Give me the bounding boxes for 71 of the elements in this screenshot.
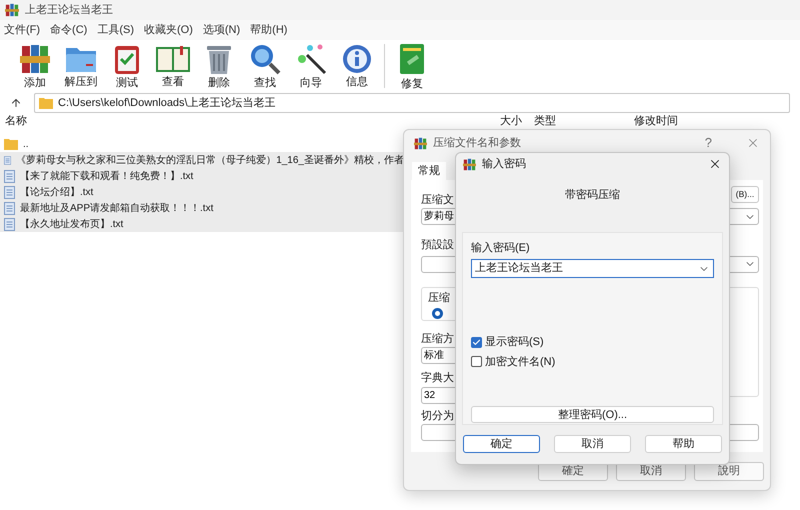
checkbox-label: 显示密码(S) — [485, 334, 544, 350]
window-title: 上老王论坛当老王 — [25, 2, 113, 18]
text-file-icon — [4, 186, 15, 198]
file-row[interactable]: .. — [0, 136, 404, 152]
radio-button[interactable] — [432, 308, 443, 319]
file-row[interactable]: 最新地址及APP请发邮箱自动获取！！！.txt — [0, 200, 404, 216]
close-icon[interactable] — [708, 157, 722, 171]
folder-icon — [39, 97, 53, 109]
column-header[interactable]: 大小 — [500, 113, 534, 130]
field-label: 输入密码(E) — [471, 240, 531, 256]
dialog-button[interactable]: 說明 — [694, 462, 764, 481]
field-label: 压缩文 — [421, 192, 454, 208]
archive-books-icon — [5, 3, 19, 17]
toolbar-button[interactable]: 添加 — [12, 40, 58, 92]
toolbar-button[interactable]: 查看 — [150, 40, 196, 92]
toolbar-button[interactable]: 修复 — [389, 40, 435, 92]
help-button[interactable]: ? — [704, 133, 712, 153]
menu-item[interactable]: 选项(N) — [202, 22, 240, 38]
dialog-button[interactable]: 帮助 — [645, 434, 722, 452]
repair-book-icon — [397, 42, 427, 76]
column-header[interactable]: 修改时间 — [634, 113, 678, 130]
open-book-icon — [155, 44, 191, 74]
tab[interactable]: 常规 — [412, 162, 446, 180]
text-file-icon — [4, 218, 15, 230]
browse-button[interactable]: (B)... — [731, 186, 759, 203]
address-field[interactable]: C:\Users\kelof\Downloads\上老王论坛当老王 — [34, 93, 790, 113]
menu-item[interactable]: 文件(F) — [4, 22, 40, 38]
checkbox-label: 加密文件名(N) — [485, 354, 556, 370]
dialog-title: 压缩文件名和参数 — [433, 136, 522, 151]
toolbar-button[interactable]: 删除 — [196, 40, 242, 92]
dialog-button[interactable]: 取消 — [554, 434, 631, 452]
column-header[interactable]: 名称 — [0, 113, 500, 130]
column-header[interactable]: 类型 — [534, 113, 634, 130]
menu-item[interactable]: 帮助(H) — [250, 22, 288, 38]
file-row[interactable]: 《萝莉母女与秋之家和三位美熟女的淫乱日常（母子纯爱）1_16_圣诞番外》精校，作者 — [0, 152, 404, 168]
archive-books-icon — [463, 158, 476, 170]
dialog-button[interactable]: 确定 — [463, 434, 540, 452]
up-arrow-icon[interactable] — [10, 97, 22, 109]
menu-item[interactable]: 工具(S) — [97, 22, 134, 38]
menu-item[interactable]: 命令(C) — [50, 22, 88, 38]
dialog-title: 输入密码 — [482, 156, 527, 172]
group-label: 压缩 — [428, 290, 451, 306]
toolbar-button[interactable]: 测试 — [104, 40, 150, 92]
toolbar-button[interactable]: 向导 — [288, 40, 334, 92]
archive-books-icon — [19, 43, 51, 75]
archive-books-icon — [414, 136, 427, 150]
organize-passwords-button[interactable]: 整理密码(O)... — [471, 406, 714, 423]
checkbox[interactable] — [471, 336, 482, 348]
menu-item[interactable]: 收藏夹(O) — [144, 22, 193, 38]
toolbar-button[interactable]: 解压到 — [58, 40, 104, 92]
info-icon — [342, 44, 372, 74]
field-label: 压缩方 — [421, 332, 454, 346]
clipboard-icon — [113, 43, 141, 75]
checkbox[interactable] — [471, 356, 482, 368]
toolbar-button[interactable]: 信息 — [334, 40, 380, 92]
search-icon — [249, 43, 281, 75]
text-file-icon — [4, 154, 12, 166]
text-file-icon — [4, 170, 15, 182]
file-row[interactable]: 【永久地址发布页】.txt — [0, 216, 404, 232]
text-file-icon — [4, 202, 15, 214]
toolbar-button[interactable]: 查找 — [242, 40, 288, 92]
field-label: 切分为 — [421, 408, 454, 424]
dialog-heading: 带密码压缩 — [564, 188, 621, 203]
field-label: 預設設 — [421, 238, 454, 253]
file-row[interactable]: 【来了就能下载和观看！纯免费！】.txt — [0, 168, 404, 184]
folder-icon — [4, 138, 18, 150]
password-field[interactable]: 上老王论坛当老王 — [471, 259, 714, 278]
trash-icon — [205, 43, 233, 75]
file-row[interactable]: 【论坛介绍】.txt — [0, 184, 404, 200]
field-label: 字典大 — [421, 370, 454, 386]
magic-wand-icon — [295, 43, 327, 75]
